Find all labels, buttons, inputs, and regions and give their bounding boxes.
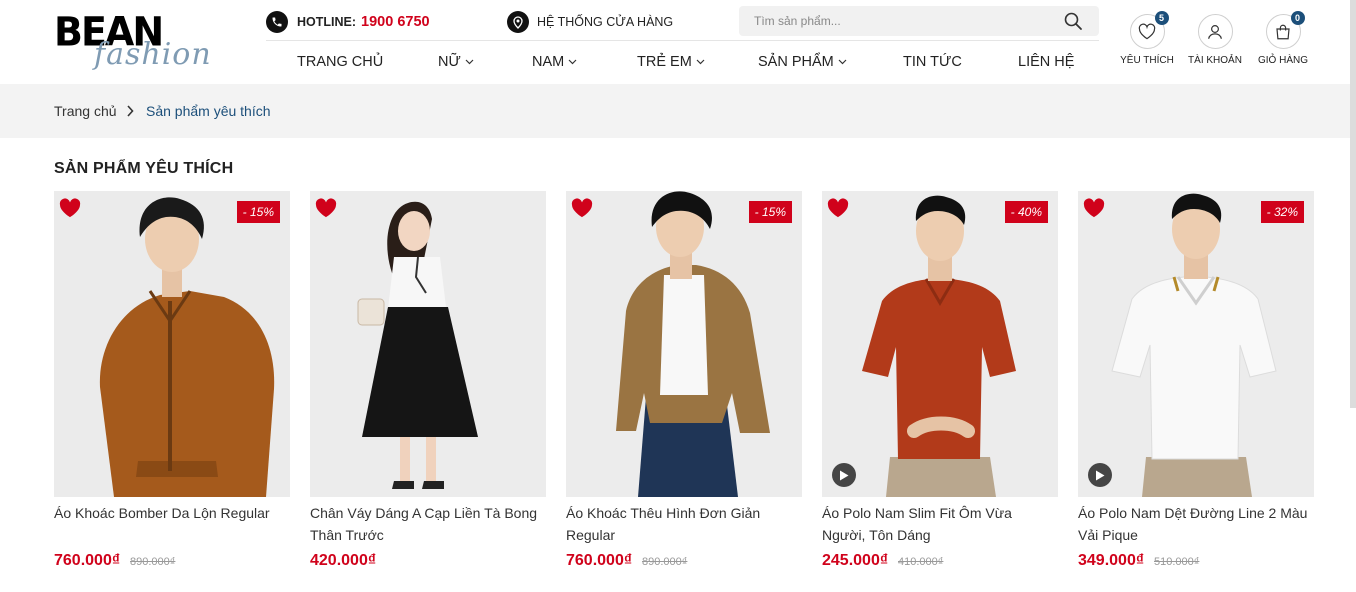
discount-badge: - 15% [236, 201, 280, 223]
nav-item-label: TIN TỨC [903, 54, 962, 70]
cart-count-badge: 0 [1290, 11, 1305, 25]
favorite-heart-icon[interactable] [1083, 198, 1105, 218]
brand-logo[interactable]: BEAN fashion [54, 9, 211, 76]
phone-icon [266, 11, 288, 33]
favorite-heart-icon[interactable] [59, 198, 81, 218]
heart-icon [1138, 23, 1156, 40]
product-card[interactable]: - 15% Áo Khoác Thêu Hình Đơn Giản Regula… [566, 191, 802, 581]
brand-logo-script: fashion [94, 37, 212, 72]
nav-item-label: NAM [532, 54, 565, 70]
product-old-price: 410.000₫ [898, 556, 944, 568]
nav-item-products[interactable]: SẢN PHẨM [758, 50, 847, 74]
nav-item-contact[interactable]: LIÊN HỆ [1018, 50, 1074, 74]
discount-badge: - 40% [1004, 201, 1048, 223]
product-price: 760.000₫ [54, 552, 121, 569]
product-card[interactable]: - 15% Áo Khoác Bomber Da Lộn Regular 760… [54, 191, 290, 581]
product-price: 420.000₫ [310, 552, 377, 569]
product-image[interactable]: - 40% [822, 191, 1058, 497]
wishlist-button[interactable]: 5 YÊU THÍCH [1112, 11, 1182, 70]
product-card[interactable]: - 40% Áo Polo Nam Slim Fit Ôm Vừa Người,… [822, 191, 1058, 581]
nav-item-label: LIÊN HỆ [1018, 54, 1075, 70]
account-icon-ring [1197, 14, 1233, 49]
page-title: SẢN PHẨM YÊU THÍCH [54, 160, 234, 177]
product-card[interactable]: - 32% Áo Polo Nam Dệt Đường Line 2 Màu V… [1078, 191, 1314, 581]
nav-item-label: TRẺ EM [637, 54, 692, 70]
chevron-down-icon [838, 59, 847, 65]
cart-button[interactable]: 0 GIỎ HÀNG [1248, 11, 1318, 70]
page-scrollbar[interactable] [1350, 0, 1356, 408]
product-name[interactable]: Áo Khoác Bomber Da Lộn Regular [54, 502, 290, 524]
wishlist-icon-ring: 5 [1129, 11, 1169, 49]
chevron-right-icon [127, 105, 134, 117]
play-video-icon[interactable] [1088, 463, 1112, 487]
store-locator-label: HỆ THỐNG CỬA HÀNG [537, 15, 674, 29]
product-image[interactable]: - 15% [566, 191, 802, 497]
site-header: BEAN fashion HOTLINE: 1900 6750 HỆ THỐNG… [0, 0, 1356, 84]
product-name[interactable]: Áo Polo Nam Dệt Đường Line 2 Màu Vải Piq… [1078, 502, 1314, 546]
product-name[interactable]: Áo Khoác Thêu Hình Đơn Giản Regular [566, 502, 802, 546]
product-name[interactable]: Chân Váy Dáng A Cạp Liền Tà Bong Thân Tr… [310, 502, 546, 546]
product-name[interactable]: Áo Polo Nam Slim Fit Ôm Vừa Người, Tôn D… [822, 502, 1058, 546]
product-price: 760.000₫ [566, 552, 633, 569]
breadcrumb-current: Sản phẩm yêu thích [146, 103, 271, 119]
product-old-price: 510.000₫ [1154, 556, 1200, 568]
hotline-number[interactable]: 1900 6750 [361, 14, 430, 30]
search-icon[interactable] [1063, 11, 1083, 31]
product-old-price: 890.000₫ [642, 556, 688, 568]
product-image[interactable]: - 15% [54, 191, 290, 497]
hotline-label: HOTLINE: [297, 15, 357, 29]
product-price: 245.000₫ [822, 552, 889, 569]
product-photo-bomber-jacket [54, 191, 290, 497]
chevron-down-icon [696, 59, 705, 65]
nav-item-label: NỮ [438, 54, 461, 70]
nav-item-news[interactable]: TIN TỨC [903, 50, 962, 74]
wishlist-count-badge: 5 [1154, 11, 1169, 25]
play-video-icon[interactable] [832, 463, 856, 487]
search-input[interactable] [739, 6, 1059, 36]
product-image[interactable]: - 32% [1078, 191, 1314, 497]
product-photo-a-line-skirt [310, 191, 546, 497]
product-photo-embroidered-jacket [566, 191, 802, 497]
product-image[interactable] [310, 191, 546, 497]
page: BEAN fashion HOTLINE: 1900 6750 HỆ THỐNG… [0, 0, 1356, 592]
account-button[interactable]: TÀI KHOẢN [1180, 14, 1250, 70]
bag-icon [1276, 24, 1290, 39]
product-card[interactable]: Chân Váy Dáng A Cạp Liền Tà Bong Thân Tr… [310, 191, 546, 581]
cart-label: GIỎ HÀNG [1257, 55, 1308, 66]
map-pin-icon [507, 11, 529, 33]
hotline[interactable]: HOTLINE: 1900 6750 [266, 11, 430, 33]
favorite-heart-icon[interactable] [315, 198, 337, 218]
product-photo-pique-polo [1078, 191, 1314, 497]
breadcrumb: Trang chủ Sản phẩm yêu thích [0, 84, 1356, 138]
nav-item-kids[interactable]: TRẺ EM [637, 50, 705, 74]
product-price: 349.000₫ [1078, 552, 1145, 569]
search-box [739, 6, 1099, 36]
chevron-down-icon [568, 59, 577, 65]
nav-item-men[interactable]: NAM [532, 50, 577, 74]
nav-item-women[interactable]: NỮ [438, 50, 474, 74]
breadcrumb-home-link[interactable]: Trang chủ [54, 103, 117, 119]
chevron-down-icon [465, 59, 474, 65]
product-old-price: 890.000₫ [130, 556, 176, 568]
top-bar: HOTLINE: 1900 6750 HỆ THỐNG CỬA HÀNG [266, 6, 1099, 41]
user-icon [1208, 24, 1222, 39]
cart-icon-ring: 0 [1265, 11, 1305, 49]
discount-badge: - 32% [1260, 201, 1304, 223]
favorite-heart-icon[interactable] [571, 198, 593, 218]
nav-item-home[interactable]: TRANG CHỦ [297, 50, 383, 74]
product-photo-slim-polo [822, 191, 1058, 497]
account-label: TÀI KHOẢN [1188, 55, 1242, 66]
nav-item-label: SẢN PHẨM [758, 54, 834, 70]
wishlist-label: YÊU THÍCH [1120, 55, 1174, 66]
discount-badge: - 15% [748, 201, 792, 223]
nav-item-label: TRANG CHỦ [297, 54, 384, 70]
main-nav: TRANG CHỦ NỮ NAM TRẺ EM SẢN PHẨM TIN TỨC [266, 50, 1099, 74]
favorite-heart-icon[interactable] [827, 198, 849, 218]
store-locator-link[interactable]: HỆ THỐNG CỬA HÀNG [507, 11, 673, 33]
